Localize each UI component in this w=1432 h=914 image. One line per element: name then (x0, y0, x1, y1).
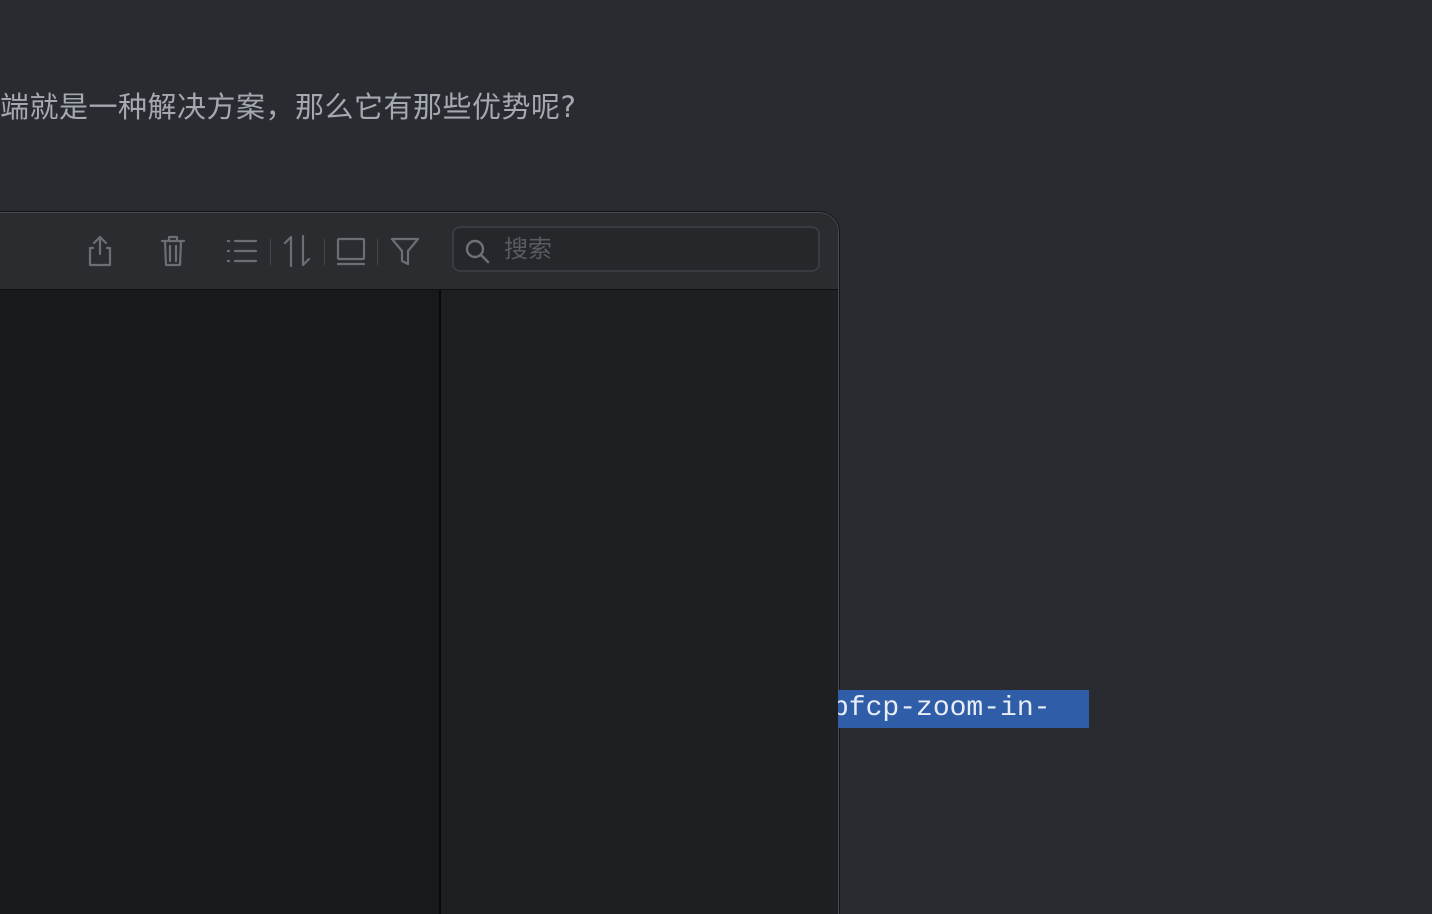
page: 端就是一种解决方案，那么它有那些优势呢? 搜索 pfcp-zoom-in- (0, 0, 1432, 914)
toolbar-separator (377, 239, 378, 265)
share-button[interactable] (80, 231, 120, 271)
filter-button[interactable] (385, 231, 425, 271)
list-button[interactable] (222, 231, 262, 271)
trash-button[interactable] (153, 231, 193, 271)
list-icon (226, 239, 258, 263)
share-icon (88, 235, 112, 267)
selected-code[interactable]: pfcp-zoom-in- (838, 690, 1089, 728)
search-box[interactable] (452, 226, 820, 272)
panel-icon (336, 237, 366, 266)
app-window (0, 212, 839, 914)
toolbar-separator (270, 239, 271, 265)
filter-icon (390, 237, 420, 266)
left-pane (0, 290, 439, 914)
search-input[interactable] (504, 232, 804, 266)
search-icon (464, 238, 490, 264)
selected-code-text: pfcp-zoom-in- (838, 693, 1051, 724)
toolbar (0, 213, 838, 290)
article-paragraph: 端就是一种解决方案，那么它有那些优势呢? (0, 90, 577, 124)
right-pane (441, 290, 838, 914)
sort-icon (283, 234, 311, 268)
panel-button[interactable] (331, 231, 371, 271)
sort-button[interactable] (277, 231, 317, 271)
trash-icon (160, 235, 186, 267)
toolbar-separator (324, 239, 325, 265)
